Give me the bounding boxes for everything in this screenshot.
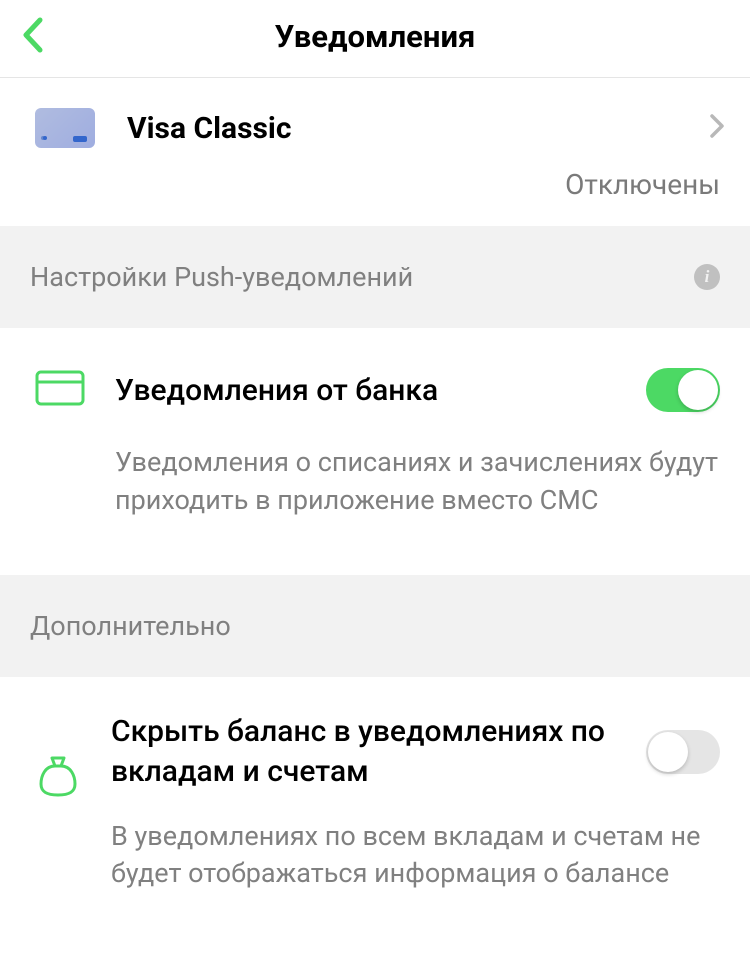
card-status: Отключены	[565, 168, 720, 201]
hide-balance-title: Скрыть баланс в уведомлениях по вкладам …	[111, 712, 646, 793]
additional-section-header: Дополнительно	[0, 575, 750, 677]
card-status-row: Отключены	[0, 168, 750, 226]
hide-balance-toggle[interactable]	[646, 730, 720, 774]
info-icon[interactable]: i	[694, 264, 720, 290]
card-icon	[35, 108, 95, 148]
card-row[interactable]: Visa Classic	[0, 78, 750, 158]
header: Уведомления	[0, 0, 750, 78]
back-button[interactable]	[20, 16, 48, 58]
money-bag-icon	[35, 752, 81, 802]
hide-balance-row: Скрыть баланс в уведомлениях по вкладам …	[0, 677, 750, 919]
bank-notifications-title: Уведомления от банка	[115, 373, 438, 408]
push-section-title: Настройки Push-уведомлений	[30, 261, 413, 293]
push-section-header: Настройки Push-уведомлений i	[0, 226, 750, 328]
page-title: Уведомления	[15, 18, 735, 55]
hide-balance-description: В уведомлениях по всем вкладам и счетам …	[111, 818, 720, 894]
chevron-right-icon	[709, 113, 725, 143]
bank-notifications-row: Уведомления от банка Уведомления о списа…	[0, 328, 750, 545]
card-name: Visa Classic	[127, 111, 291, 146]
bank-notifications-description: Уведомления о списаниях и зачислениях бу…	[115, 444, 720, 520]
card-outline-icon	[35, 370, 85, 410]
bank-notifications-toggle[interactable]	[646, 368, 720, 412]
